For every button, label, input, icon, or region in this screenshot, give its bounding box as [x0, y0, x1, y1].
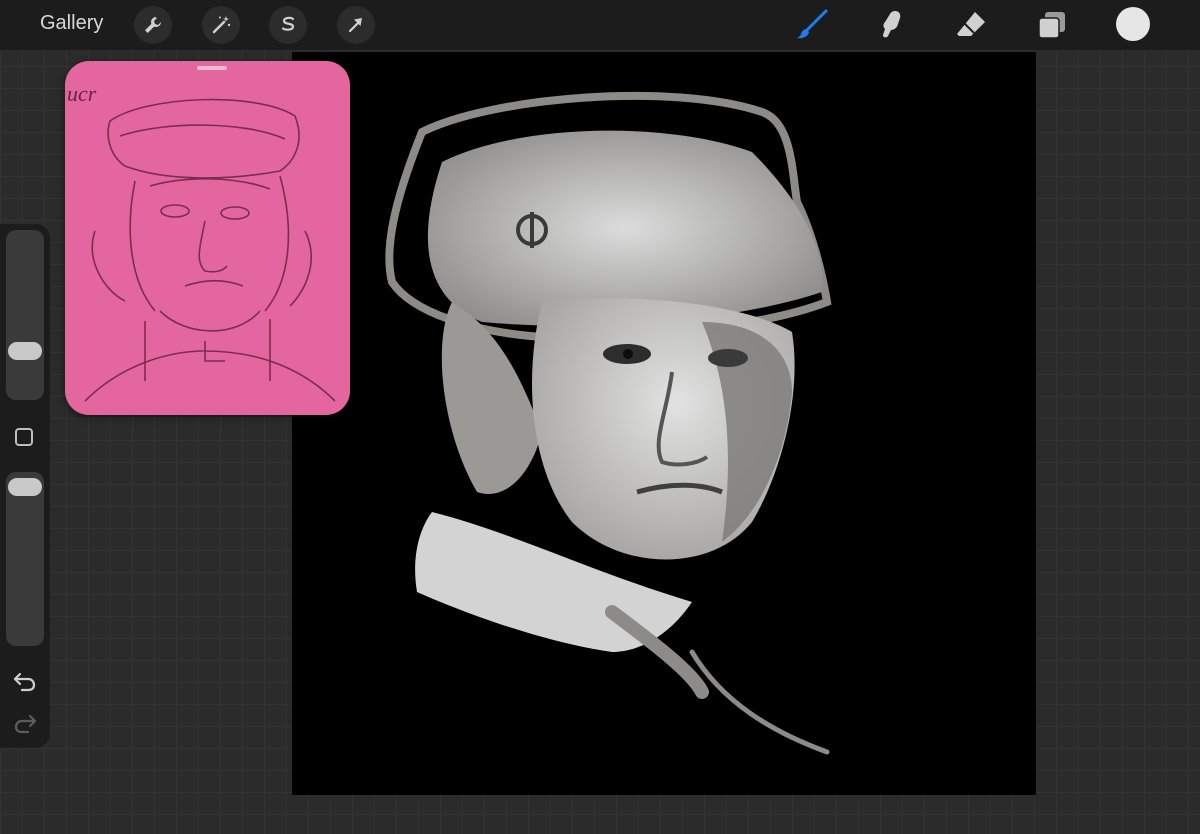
actions-button[interactable]: [134, 6, 172, 44]
redo-icon[interactable]: [12, 712, 38, 734]
brush-size-slider[interactable]: [6, 230, 44, 400]
drawing-canvas[interactable]: [292, 52, 1036, 795]
eraser-tool-button[interactable]: [953, 8, 989, 42]
selection-s-icon: [281, 16, 295, 31]
reference-sketch-text: ucr: [67, 81, 97, 106]
reference-drag-handle[interactable]: [197, 66, 227, 70]
brush-tool-button[interactable]: [794, 8, 830, 42]
wrench-icon: [145, 17, 161, 33]
square-icon[interactable]: [15, 428, 33, 446]
reference-window[interactable]: ucr: [65, 61, 350, 415]
layers-icon: [1038, 12, 1065, 39]
top-toolbar: Gallery: [0, 0, 1200, 50]
eraser-icon: [957, 12, 985, 36]
portrait-artwork: [385, 91, 832, 755]
brush-size-knob[interactable]: [8, 342, 42, 360]
selection-button[interactable]: [269, 6, 307, 44]
smudge-tool-button[interactable]: [873, 8, 909, 42]
color-picker-button[interactable]: [1116, 7, 1150, 41]
magic-wand-icon: [212, 16, 231, 34]
adjustments-button[interactable]: [202, 6, 240, 44]
gallery-button[interactable]: Gallery: [40, 12, 103, 35]
smudge-finger-icon: [883, 11, 901, 38]
opacity-knob[interactable]: [8, 478, 42, 496]
left-sidebar: [0, 224, 50, 748]
arrow-cursor-icon: [348, 18, 362, 33]
transform-button[interactable]: [337, 6, 375, 44]
layers-button[interactable]: [1034, 8, 1070, 42]
undo-icon[interactable]: [12, 670, 38, 692]
reference-sketch: ucr: [67, 81, 336, 402]
brush-icon: [797, 9, 828, 39]
opacity-slider[interactable]: [6, 472, 44, 646]
